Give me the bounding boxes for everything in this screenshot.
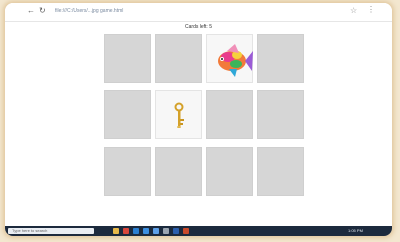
taskbar-search-input[interactable]: Type here to search xyxy=(8,228,94,234)
mail-icon[interactable] xyxy=(153,228,159,234)
taskbar: Type here to search 1:05 PM xyxy=(5,226,392,236)
card-5[interactable] xyxy=(104,90,151,139)
file-explorer-icon[interactable] xyxy=(113,228,119,234)
card-7[interactable] xyxy=(206,90,253,139)
powerpoint-icon[interactable] xyxy=(183,228,189,234)
card-4[interactable] xyxy=(257,34,304,83)
card-1[interactable] xyxy=(104,34,151,83)
key-icon xyxy=(174,102,184,128)
settings-icon[interactable] xyxy=(163,228,169,234)
card-8[interactable] xyxy=(257,90,304,139)
card-9[interactable] xyxy=(104,147,151,196)
fish-icon xyxy=(218,44,253,77)
card-12[interactable] xyxy=(257,147,304,196)
card-10[interactable] xyxy=(155,147,202,196)
browser-window: ← ↻ file:///C:/Users/...jpg game.html ☆ … xyxy=(5,3,392,236)
store-icon[interactable] xyxy=(143,228,149,234)
taskbar-clock: 1:05 PM xyxy=(348,228,363,233)
card-2[interactable] xyxy=(155,34,202,83)
word-icon[interactable] xyxy=(173,228,179,234)
card-6[interactable] xyxy=(155,90,202,139)
chrome-icon[interactable] xyxy=(123,228,129,234)
card-11[interactable] xyxy=(206,147,253,196)
card-grid xyxy=(5,3,392,236)
card-3[interactable] xyxy=(206,34,253,83)
edge-icon[interactable] xyxy=(133,228,139,234)
